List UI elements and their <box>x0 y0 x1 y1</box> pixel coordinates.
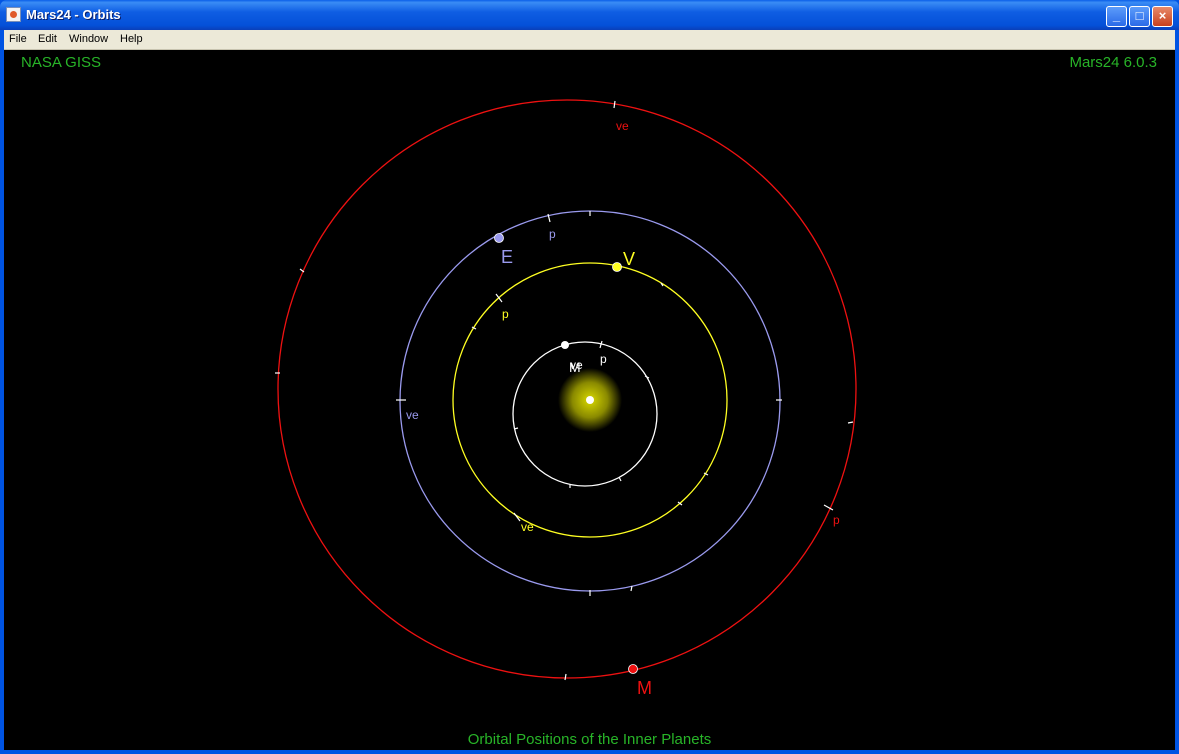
close-button[interactable]: × <box>1152 6 1173 27</box>
title-bar[interactable]: Mars24 - Orbits _ □ × <box>0 0 1179 30</box>
orbit-canvas: NASA GISS Mars24 6.0.3 ve p M p ve E p v… <box>4 50 1175 750</box>
earth-planet-label: E <box>501 247 513 267</box>
mars-marker-p: p <box>833 513 840 527</box>
mars-marker-ve: ve <box>616 119 629 133</box>
menu-bar: File Edit Window Help <box>4 30 1175 50</box>
mercury-planet-label: M <box>569 359 581 375</box>
minimize-button[interactable]: _ <box>1106 6 1127 27</box>
mercury-planet[interactable] <box>561 341 569 349</box>
mercury-marker-p: p <box>600 352 607 366</box>
venus-marker-ve: ve <box>521 520 534 534</box>
venus-marker-p: p <box>502 307 509 321</box>
sun <box>586 396 594 404</box>
earth-marker-ve: ve <box>406 408 419 422</box>
menu-file[interactable]: File <box>9 32 27 46</box>
close-icon: × <box>1158 8 1167 23</box>
earth-marker-p: p <box>549 227 556 241</box>
minimize-icon: _ <box>1112 8 1121 23</box>
orbit-diagram: ve p M p ve E p ve V p ve M <box>275 99 857 698</box>
java-app-icon[interactable] <box>6 7 21 22</box>
window-title: Mars24 - Orbits <box>26 7 121 22</box>
venus-planet-label: V <box>623 249 635 269</box>
venus-planet[interactable] <box>612 262 622 272</box>
app-window: Mars24 - Orbits _ □ × File Edit Window H… <box>0 0 1179 754</box>
maximize-button[interactable]: □ <box>1129 6 1150 27</box>
menu-window[interactable]: Window <box>69 32 108 46</box>
diagram-caption: Orbital Positions of the Inner Planets <box>467 731 712 748</box>
earth-planet[interactable] <box>494 233 504 243</box>
mars-planet-label: M <box>637 678 652 698</box>
menu-edit[interactable]: Edit <box>38 32 57 46</box>
menu-help[interactable]: Help <box>120 32 143 46</box>
mars-planet[interactable] <box>628 664 638 674</box>
maximize-icon: □ <box>1135 8 1144 23</box>
